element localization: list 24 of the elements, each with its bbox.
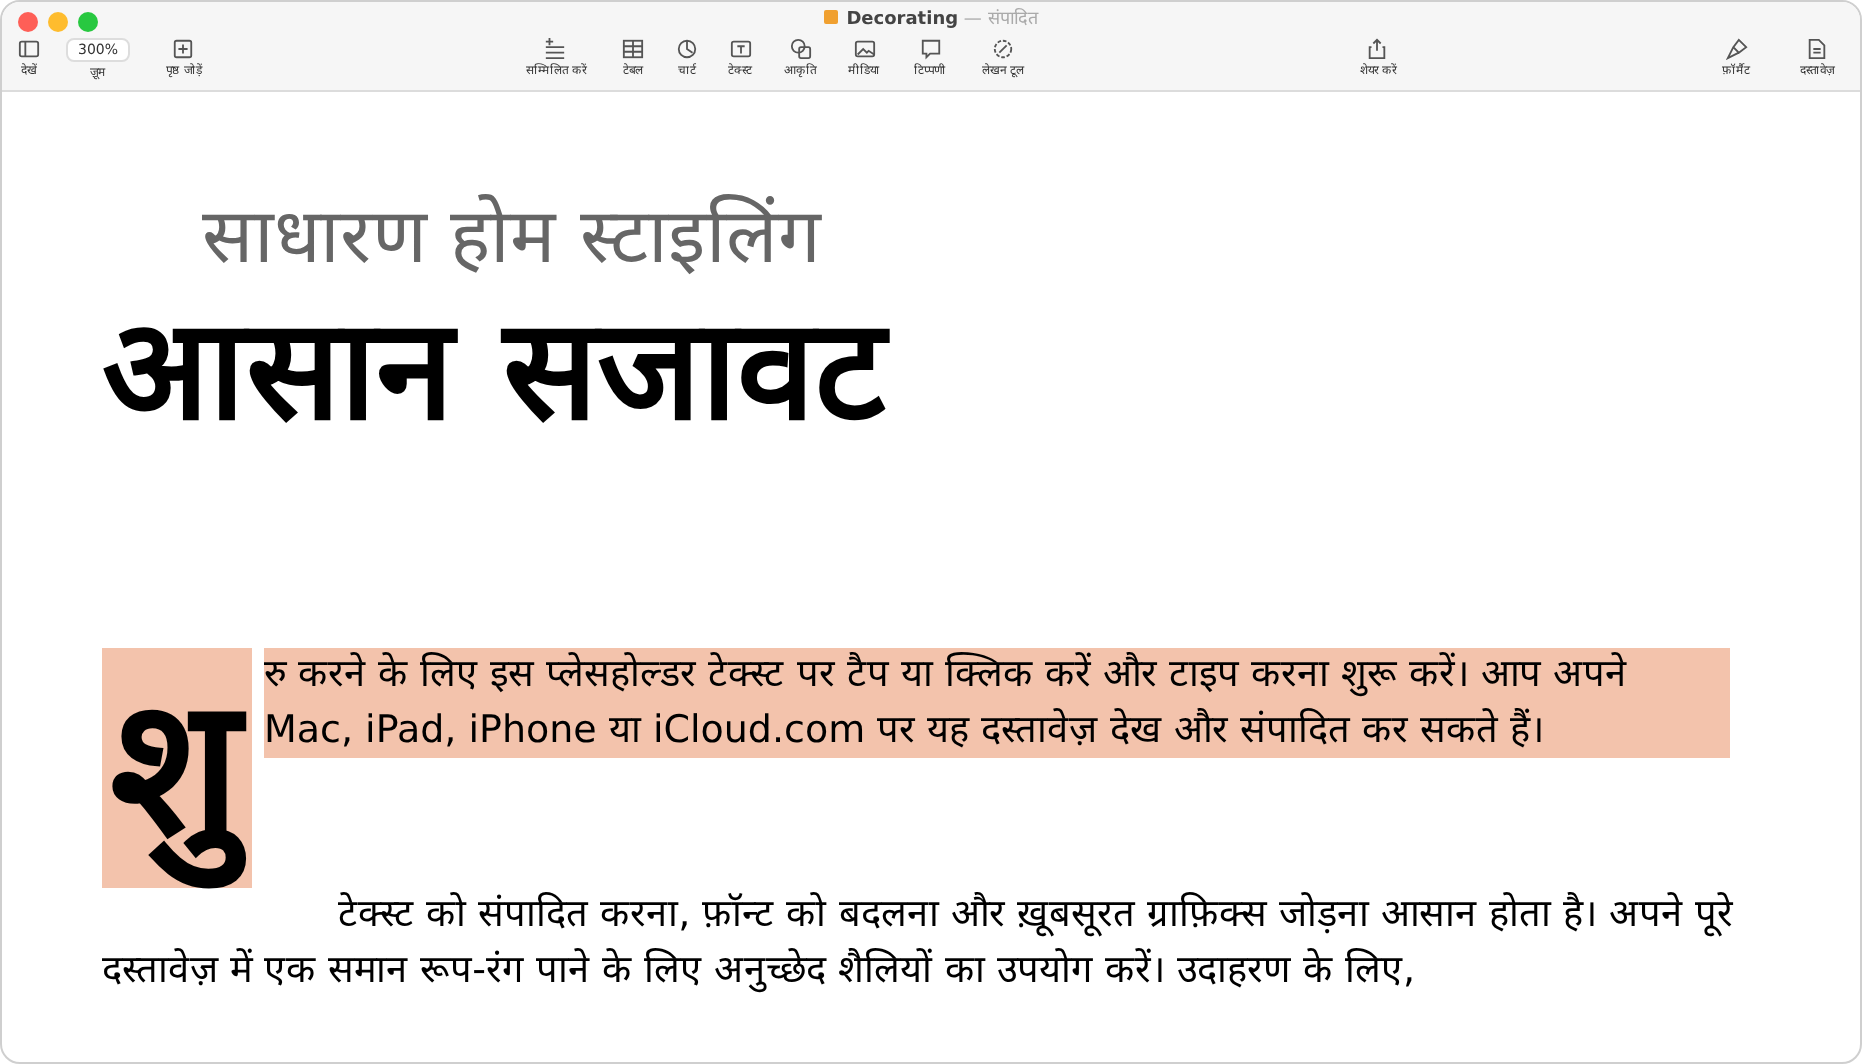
image-icon [853,38,875,60]
table-icon [622,38,644,60]
minimize-button[interactable] [48,12,68,32]
comment-icon [919,38,941,60]
chart-icon [676,38,698,60]
insert-icon [544,38,567,60]
document-icon [1806,38,1828,60]
writing-tools-icon [991,38,1014,60]
zoom-button[interactable] [78,12,98,32]
share-icon [1366,38,1389,60]
paintbrush-icon [1725,38,1747,60]
sidebar-icon [18,38,40,60]
text-box-icon [729,38,751,60]
document-icon [824,10,839,24]
document-title: आसान सजावट [102,283,885,459]
window-title: Decorating [846,10,959,30]
body-paragraph: रु करने के लिए इस प्लेसहोल्डर टेक्स्ट पर टैप या क्लिक करें और टाइप करना शुरू करें। आप अपने Mac, iPad, iPhone या iCloud.com पर यह दस्तावेज़ देख और संपादित कर सकते हैं। [264,648,1730,759]
drop-cap: शु [102,648,252,889]
add-page-icon [172,38,195,60]
document-status: — संपादित [963,10,1038,30]
shape-icon [789,38,811,60]
close-button[interactable] [18,12,38,32]
body-paragraph: टेक्स्ट को संपादित करना, फ़ॉन्ट को बदलना और ख़ूबसूरत ग्राफ़िक्स जोड़ना आसान होता है। अपने पूरे दस्तावेज़ में एक समान रूप-रंग पाने के लिए अनुच्छेद शैलियों का उपयोग करें। उदाहरण के लिए, [102,890,1736,997]
document-subtitle: साधारण होम स्टाइलिंग [202,192,821,284]
